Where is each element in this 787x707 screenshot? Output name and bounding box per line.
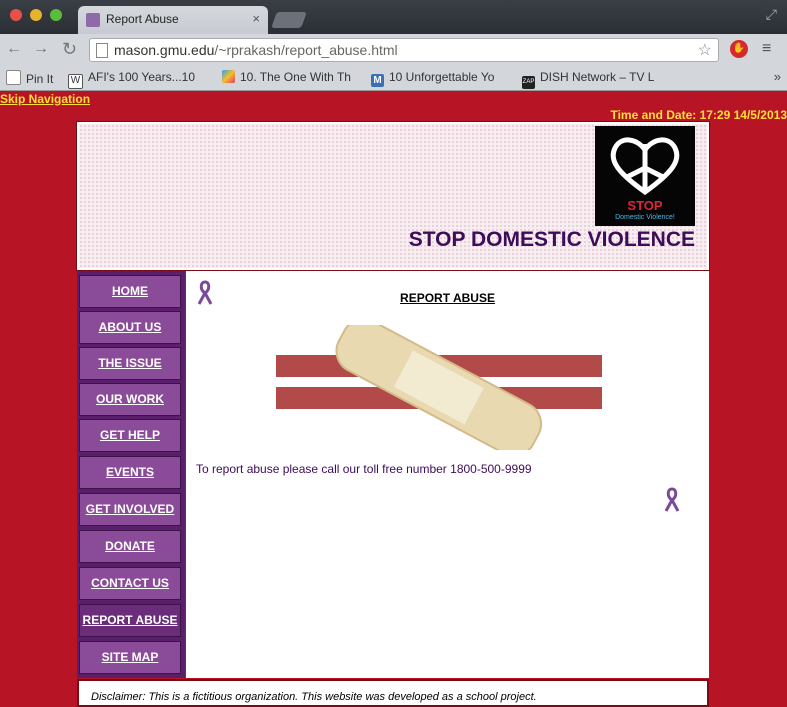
- sidebar-nav: HOME ABOUT US THE ISSUE OUR WORK GET HEL…: [77, 271, 185, 678]
- bookmarks-bar: Pin It W AFI's 100 Years...10 10. The One…: [0, 66, 787, 91]
- nav-item-contact-us[interactable]: CONTACT US: [79, 567, 181, 600]
- browser-toolbar: ← → ↻ mason.gmu.edu/~rprakash/report_abu…: [0, 34, 787, 66]
- reload-button[interactable]: ↻: [62, 39, 77, 60]
- m-icon: M: [371, 74, 384, 87]
- main-content: REPORT ABUSE To report abuse please call…: [186, 271, 709, 678]
- skip-navigation-link[interactable]: Skip Navigation: [0, 92, 90, 106]
- site-title: STOP DOMESTIC VIOLENCE: [408, 228, 695, 251]
- page-icon: [96, 43, 108, 58]
- nav-item-get-help[interactable]: GET HELP: [79, 419, 181, 452]
- bookmark-pin-it[interactable]: Pin It: [6, 70, 62, 86]
- bookmark-label: Pin It: [26, 72, 54, 86]
- purple-ribbon-icon: [664, 487, 680, 512]
- page-icon: [6, 70, 21, 85]
- bookmark-star-icon[interactable]: ☆: [698, 40, 712, 60]
- browser-tab[interactable]: Report Abuse ×: [78, 6, 268, 34]
- url-host: mason.gmu.edu: [114, 42, 215, 58]
- url-path: /~rprakash/report_abuse.html: [214, 42, 398, 58]
- logo-subtitle: Domestic Violence!: [615, 214, 675, 221]
- stop-logo: STOP Domestic Violence!: [595, 126, 695, 226]
- bookmark-dish[interactable]: ZAP DISH Network – TV L: [522, 70, 662, 89]
- colorful-figure-icon: [222, 70, 235, 83]
- tab-close-icon[interactable]: ×: [252, 11, 260, 26]
- nav-item-the-issue[interactable]: THE ISSUE: [79, 347, 181, 380]
- forward-button[interactable]: →: [33, 40, 49, 58]
- browser-titlebar: Report Abuse × ⤢: [0, 0, 787, 34]
- bookmark-label: 10 Unforgettable Yo: [389, 70, 495, 84]
- bookmark-label: 10. The One With Th: [240, 70, 351, 84]
- tab-title: Report Abuse: [106, 12, 179, 26]
- bookmarks-overflow-icon[interactable]: »: [774, 69, 781, 84]
- page-heading: REPORT ABUSE: [400, 291, 495, 305]
- datetime-text: Time and Date: 17:29 14/5/2013: [610, 108, 787, 122]
- minimize-window-button[interactable]: [30, 9, 42, 21]
- domestic-violence-bandage-image: [276, 325, 602, 450]
- nav-item-get-involved[interactable]: GET INVOLVED: [79, 493, 181, 526]
- nav-item-about-us[interactable]: ABOUT US: [79, 311, 181, 344]
- close-window-button[interactable]: [10, 9, 22, 21]
- nav-item-events[interactable]: EVENTS: [79, 456, 181, 489]
- footer: Disclaimer: This is a fictitious organiz…: [77, 679, 709, 707]
- wikipedia-icon: W: [68, 74, 83, 89]
- fullscreen-icon[interactable]: ⤢: [766, 6, 777, 23]
- url-text: mason.gmu.edu/~rprakash/report_abuse.htm…: [114, 42, 398, 58]
- back-button[interactable]: ←: [6, 40, 22, 58]
- nav-item-our-work[interactable]: OUR WORK: [79, 383, 181, 416]
- adblock-extension-icon[interactable]: ✋: [730, 40, 748, 58]
- nav-item-donate[interactable]: DONATE: [79, 530, 181, 563]
- nav-item-home[interactable]: HOME: [79, 275, 181, 308]
- bookmark-label: AFI's 100 Years...10: [88, 70, 196, 84]
- zap2it-icon: ZAP: [522, 76, 535, 89]
- bookmark-afi[interactable]: W AFI's 100 Years...10: [68, 70, 208, 89]
- address-bar[interactable]: mason.gmu.edu/~rprakash/report_abuse.htm…: [89, 38, 719, 62]
- ribbon-favicon-icon: [86, 13, 100, 27]
- bookmark-unforgettable[interactable]: M 10 Unforgettable Yo: [371, 70, 511, 87]
- logo-stop-text: STOP: [627, 198, 663, 213]
- bookmark-friends[interactable]: 10. The One With Th: [222, 70, 358, 84]
- bookmark-label: DISH Network – TV L: [540, 70, 655, 84]
- report-instructions: To report abuse please call our toll fre…: [196, 462, 532, 476]
- new-tab-button[interactable]: [271, 12, 307, 28]
- nav-item-report-abuse[interactable]: REPORT ABUSE: [79, 604, 181, 637]
- site-header: STOP Domestic Violence! STOP DOMESTIC VI…: [76, 121, 710, 271]
- browser-menu-icon[interactable]: ≡: [762, 40, 771, 58]
- disclaimer-text: Disclaimer: This is a fictitious organiz…: [91, 691, 537, 703]
- zoom-window-button[interactable]: [50, 9, 62, 21]
- nav-item-site-map[interactable]: SITE MAP: [79, 641, 181, 674]
